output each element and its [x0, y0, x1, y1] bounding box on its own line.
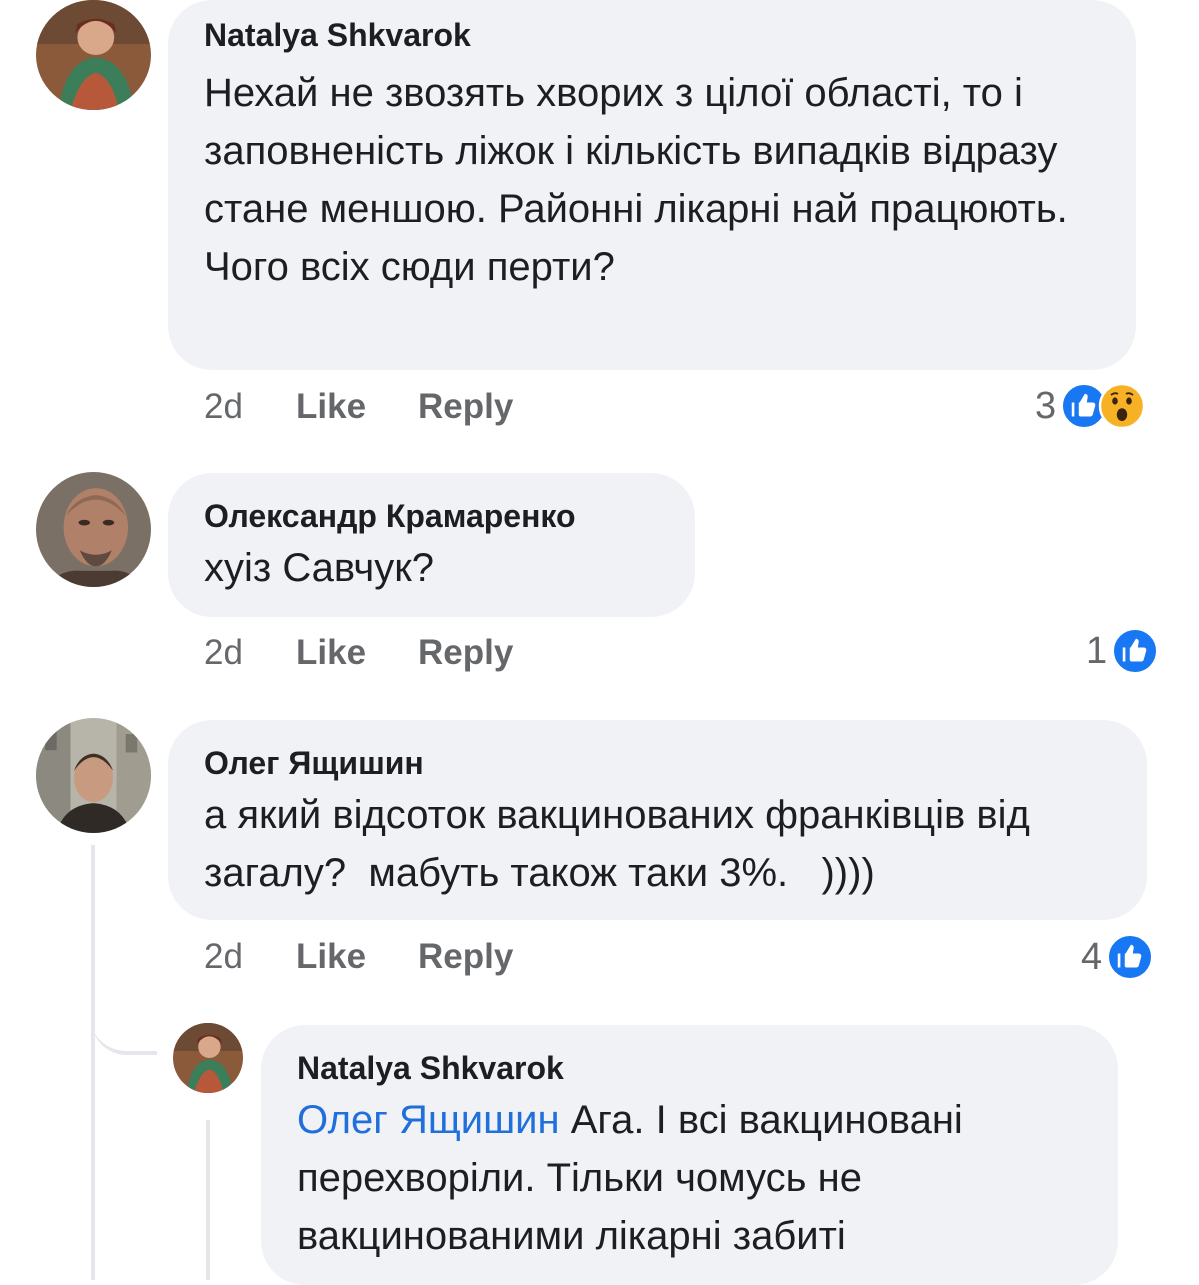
- comment-bubble: Natalya Shkvarok Нехай не звозять хворих…: [168, 0, 1136, 370]
- like-button[interactable]: Like: [296, 934, 418, 980]
- comment-author[interactable]: Олександр Крамаренко: [204, 497, 659, 535]
- like-button[interactable]: Like: [296, 384, 418, 430]
- reaction-summary[interactable]: 4: [1081, 932, 1155, 982]
- reaction-count: 4: [1081, 935, 1103, 978]
- thread-line: [91, 845, 95, 1280]
- comment-text: а який відсоток вакцинованих франківців …: [204, 793, 1041, 895]
- comment-bubble: Олександр Крамаренко хуіз Савчук?: [168, 473, 695, 617]
- avatar[interactable]: [173, 1023, 243, 1093]
- comment-meta: 2d Like Reply: [204, 384, 513, 430]
- comment-timestamp[interactable]: 2d: [204, 934, 296, 980]
- reply-bubble: Natalya Shkvarok Олег Ящишин Ага. І всі …: [261, 1025, 1118, 1285]
- avatar[interactable]: [36, 472, 151, 587]
- avatar[interactable]: [36, 0, 151, 110]
- like-button[interactable]: Like: [296, 630, 418, 676]
- thread-connector: [91, 1000, 157, 1055]
- reply-author[interactable]: Natalya Shkvarok: [297, 1049, 1082, 1087]
- reaction-summary[interactable]: 3: [1035, 381, 1146, 431]
- mention-link[interactable]: Олег Ящишин: [297, 1098, 560, 1142]
- comment-author[interactable]: Natalya Shkvarok: [204, 16, 1100, 54]
- reaction-count: 1: [1086, 629, 1108, 672]
- like-reaction-icon: [1111, 627, 1160, 675]
- reply-button[interactable]: Reply: [418, 384, 513, 430]
- like-reaction-icon: [1106, 933, 1155, 981]
- comment-text: хуіз Савчук?: [204, 546, 434, 590]
- reaction-summary[interactable]: 1: [1086, 626, 1160, 676]
- comment-bubble: Олег Ящишин а який відсоток вакцинованих…: [168, 720, 1147, 920]
- reply-button[interactable]: Reply: [418, 934, 513, 980]
- comment-text: Нехай не звозять хворих з цілої області,…: [204, 71, 1079, 289]
- avatar[interactable]: [36, 718, 151, 833]
- comment-meta: 2d Like Reply: [204, 934, 513, 980]
- comment-timestamp[interactable]: 2d: [204, 630, 296, 676]
- comment-meta: 2d Like Reply: [204, 630, 513, 676]
- reply-thread-line: [206, 1120, 210, 1280]
- reaction-count: 3: [1035, 384, 1057, 427]
- reply-button[interactable]: Reply: [418, 630, 513, 676]
- comment-author[interactable]: Олег Ящишин: [204, 744, 1111, 782]
- wow-reaction-icon: [1098, 382, 1146, 430]
- reply-text: Олег Ящишин Ага. І всі вакциновані перех…: [297, 1091, 1082, 1265]
- comment-timestamp[interactable]: 2d: [204, 384, 296, 430]
